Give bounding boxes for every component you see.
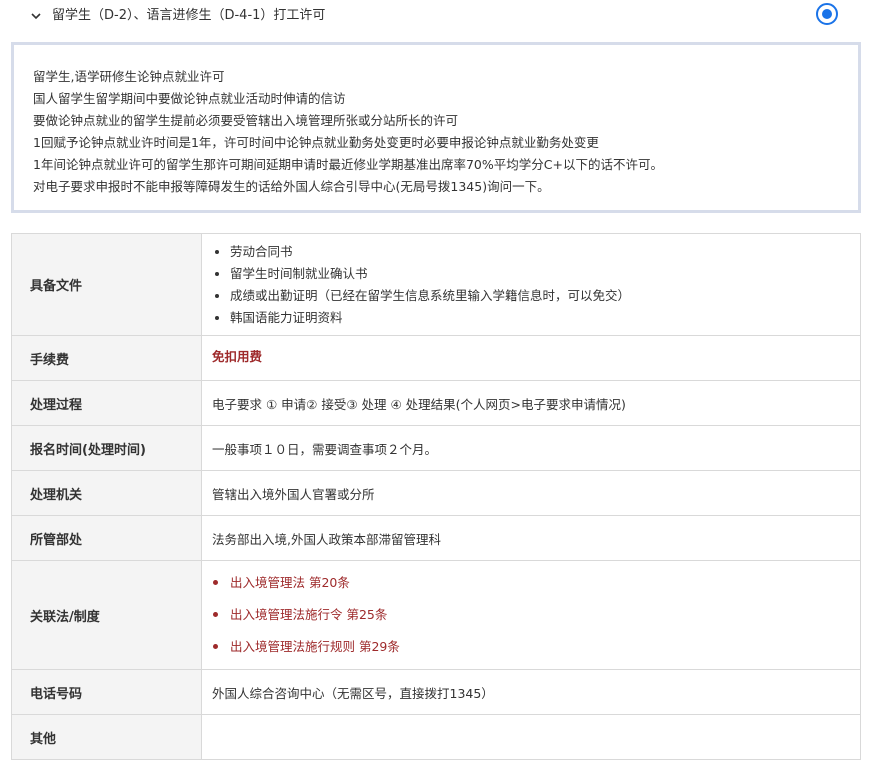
row-value-agency: 管辖出入境外国人官署或分所 [201, 470, 861, 516]
law-link[interactable]: 出入境管理法施行规则 第29条 [213, 631, 860, 663]
row-label-process: 处理过程 [11, 380, 202, 426]
row-label-time: 报名时间(处理时间) [11, 425, 202, 471]
notice-line: 对电子要求申报时不能申报等障碍发生的话给外国人综合引导中心(无局号拨1345)询… [33, 179, 550, 194]
row-value-department: 法务部出入境,外国人政策本部滞留管理科 [201, 515, 861, 561]
table-row-fee: 手续费 免扣用费 [11, 335, 861, 381]
table-row-laws: 关联法/制度 出入境管理法 第20条 出入境管理法施行令 第25条 出入境管理法… [11, 560, 861, 670]
row-label-agency: 处理机关 [11, 470, 202, 516]
section-title: 留学生（D-2）、语言进修生（D-4-1）打工许可 [52, 8, 326, 23]
documents-list: 劳动合同书 留学生时间制就业确认书 成绩或出勤证明（已经在留学生信息系统里输入学… [212, 241, 860, 329]
row-label-department: 所管部处 [11, 515, 202, 561]
section-header[interactable]: 留学生（D-2）、语言进修生（D-4-1）打工许可 [0, 0, 871, 34]
notice-line: 要做论钟点就业的留学生提前必须要受管辖出入境管理所张或分站所长的许可 [33, 113, 459, 128]
row-label-other: 其他 [11, 714, 202, 760]
document-item: 劳动合同书 [230, 241, 860, 263]
row-label-phone: 电话号码 [11, 669, 202, 715]
bullet-icon [213, 644, 218, 649]
law-link-text: 出入境管理法施行令 第25条 [230, 607, 388, 622]
notice-box: 留学生,语学研修生论钟点就业许可 国人留学生留学期间中要做论钟点就业活动时伸请的… [11, 42, 861, 213]
row-value-fee: 免扣用费 [201, 335, 861, 381]
document-item: 留学生时间制就业确认书 [230, 263, 860, 285]
row-label-laws: 关联法/制度 [11, 560, 202, 670]
table-row-documents: 具备文件 劳动合同书 留学生时间制就业确认书 成绩或出勤证明（已经在留学生信息系… [11, 233, 861, 336]
law-link[interactable]: 出入境管理法 第20条 [213, 567, 860, 599]
document-item: 成绩或出勤证明（已经在留学生信息系统里输入学籍信息时，可以免交） [230, 285, 860, 307]
law-link-text: 出入境管理法 第20条 [230, 575, 350, 590]
bullet-icon [213, 580, 218, 585]
fee-value: 免扣用费 [212, 349, 263, 364]
table-row-agency: 处理机关 管辖出入境外国人官署或分所 [11, 470, 861, 516]
chevron-down-icon[interactable] [30, 10, 42, 22]
row-value-documents: 劳动合同书 留学生时间制就业确认书 成绩或出勤证明（已经在留学生信息系统里输入学… [201, 233, 861, 336]
row-value-laws: 出入境管理法 第20条 出入境管理法施行令 第25条 出入境管理法施行规则 第2… [201, 560, 861, 670]
notice-line: 1回赋予论钟点就业许时间是1年，许可时间中论钟点就业勤务处变更时必要申报论钟点就… [33, 135, 599, 150]
row-value-phone: 外国人综合咨询中心（无需区号，直接拨打1345） [201, 669, 861, 715]
table-row-other: 其他 [11, 714, 861, 760]
table-row-process: 处理过程 电子要求 ① 申请② 接受③ 处理 ④ 处理结果(个人网页>电子要求申… [11, 380, 861, 426]
bullet-icon [213, 612, 218, 617]
table-row-department: 所管部处 法务部出入境,外国人政策本部滞留管理科 [11, 515, 861, 561]
laws-list: 出入境管理法 第20条 出入境管理法施行令 第25条 出入境管理法施行规则 第2… [212, 567, 860, 663]
row-label-fee: 手续费 [11, 335, 202, 381]
table-row-time: 报名时间(处理时间) 一般事项１０日，需要调查事项２个月。 [11, 425, 861, 471]
law-link-text: 出入境管理法施行规则 第29条 [230, 639, 400, 654]
table-row-phone: 电话号码 外国人综合咨询中心（无需区号，直接拨打1345） [11, 669, 861, 715]
notice-line: 国人留学生留学期间中要做论钟点就业活动时伸请的信访 [33, 91, 346, 106]
info-table: 具备文件 劳动合同书 留学生时间制就业确认书 成绩或出勤证明（已经在留学生信息系… [11, 233, 861, 760]
notice-line: 留学生,语学研修生论钟点就业许可 [33, 69, 225, 84]
row-label-documents: 具备文件 [11, 233, 202, 336]
radio-selected-dot [822, 9, 832, 19]
row-value-other [201, 714, 861, 760]
notice-line: 1年间论钟点就业许可的留学生那许可期间延期申请时最近修业学期基准出席率70%平均… [33, 157, 663, 172]
section-radio-button[interactable] [816, 3, 838, 25]
row-value-time: 一般事项１０日，需要调查事项２个月。 [201, 425, 861, 471]
row-value-process: 电子要求 ① 申请② 接受③ 处理 ④ 处理结果(个人网页>电子要求申请情况) [201, 380, 861, 426]
document-item: 韩国语能力证明资料 [230, 307, 860, 329]
law-link[interactable]: 出入境管理法施行令 第25条 [213, 599, 860, 631]
